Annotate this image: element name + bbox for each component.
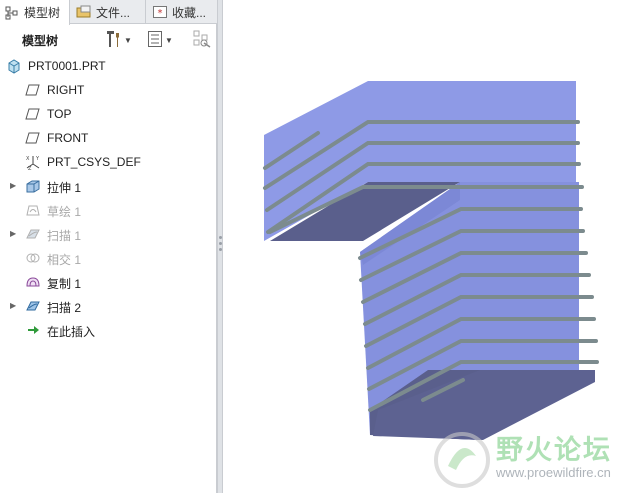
- tree-filter-icon: [192, 29, 212, 52]
- tree-item-sweep-1[interactable]: ▶ 扫描 1: [0, 224, 217, 244]
- tab-favorites[interactable]: * 收藏...: [148, 0, 220, 24]
- tab-label: 收藏...: [172, 5, 207, 20]
- tree-item-label: 在此插入: [47, 325, 96, 339]
- tab-label: 模型树: [24, 6, 61, 20]
- tree-item-csys[interactable]: XYZ PRT_CSYS_DEF: [0, 152, 217, 172]
- tree-item-label: 草绘 1: [47, 205, 82, 219]
- tab-folder-browser[interactable]: 文件...: [72, 0, 146, 24]
- tree-item-right[interactable]: RIGHT: [0, 80, 217, 100]
- tab-model-tree[interactable]: 模型树: [0, 0, 70, 25]
- settings-button[interactable]: ▼: [104, 29, 132, 51]
- folder-icon: [76, 4, 92, 20]
- datum-plane-icon: [25, 106, 41, 122]
- panel-tabs: 模型树 文件... * 收藏...: [0, 0, 222, 25]
- tab-label: 文件...: [96, 5, 131, 20]
- toolbar-title: 模型树: [22, 34, 59, 48]
- model-tree-panel: 模型树 文件... * 收藏... 模型树 ▼ ▼ PRT0001.PRT RI…: [0, 0, 222, 493]
- coordinate-system-icon: XYZ: [25, 154, 41, 172]
- tree-item-label: 扫描 1: [47, 229, 82, 243]
- datum-plane-icon: [25, 82, 41, 98]
- tree-item-insert-here[interactable]: 在此插入: [0, 320, 217, 340]
- tree-item-label: FRONT: [47, 131, 89, 145]
- watermark-url: www.proewildfire.cn: [496, 465, 611, 480]
- svg-text:*: *: [158, 8, 163, 19]
- svg-text:Y: Y: [35, 156, 40, 162]
- chevron-down-icon: ▼: [124, 35, 132, 45]
- tree-item-extrude-1[interactable]: ▶ 拉伸 1: [0, 176, 217, 196]
- sketch-icon: [25, 202, 41, 218]
- tree-columns-icon: [147, 30, 163, 51]
- watermark-text: 野火论坛: [496, 435, 612, 466]
- extrude-icon: [25, 178, 41, 194]
- svg-text:Z: Z: [28, 166, 32, 170]
- intersect-icon: [25, 250, 41, 266]
- splitter-grip: [219, 248, 222, 251]
- favorites-icon: *: [152, 4, 168, 20]
- sweep-icon: [25, 226, 41, 242]
- model-tree-icon: [4, 5, 20, 21]
- copy-icon: [25, 274, 41, 290]
- sweep-icon: [25, 298, 41, 314]
- tree-item-intersect-1[interactable]: 相交 1: [0, 248, 217, 268]
- tree-item-sweep-2[interactable]: ▶ 扫描 2: [0, 296, 217, 316]
- part-icon: [6, 58, 22, 74]
- graphics-viewport[interactable]: [223, 0, 637, 493]
- tree-item-sketch-1[interactable]: 草绘 1: [0, 200, 217, 220]
- svg-text:X: X: [26, 156, 30, 162]
- tree-item-copy-1[interactable]: 复制 1: [0, 272, 217, 292]
- datum-plane-icon: [25, 130, 41, 146]
- filter-button[interactable]: [192, 29, 212, 51]
- tree-item-part[interactable]: PRT0001.PRT: [0, 56, 217, 76]
- tree-item-top[interactable]: TOP: [0, 104, 217, 124]
- tree-item-label: TOP: [47, 107, 72, 121]
- tools-icon: [104, 29, 122, 52]
- tree-item-label: PRT0001.PRT: [28, 59, 106, 73]
- insert-here-icon: [25, 322, 41, 338]
- expand-arrow-icon[interactable]: ▶: [10, 181, 18, 191]
- tree-item-label: RIGHT: [47, 83, 85, 97]
- tree-item-label: 拉伸 1: [47, 181, 82, 195]
- tree-item-label: 扫描 2: [47, 301, 82, 315]
- splitter-grip: [219, 242, 222, 245]
- expand-arrow-icon[interactable]: ▶: [10, 229, 18, 239]
- chevron-down-icon: ▼: [165, 35, 173, 45]
- tree-item-label: 复制 1: [47, 277, 82, 291]
- tree-item-front[interactable]: FRONT: [0, 128, 217, 148]
- 3d-model-view[interactable]: [223, 0, 637, 493]
- expand-arrow-icon[interactable]: ▶: [10, 301, 18, 311]
- splitter-grip: [219, 236, 222, 239]
- tree-item-label: 相交 1: [47, 253, 82, 267]
- tree-item-label: PRT_CSYS_DEF: [47, 155, 141, 169]
- show-button[interactable]: ▼: [147, 29, 173, 51]
- tree-toolbar: 模型树 ▼ ▼: [0, 25, 217, 55]
